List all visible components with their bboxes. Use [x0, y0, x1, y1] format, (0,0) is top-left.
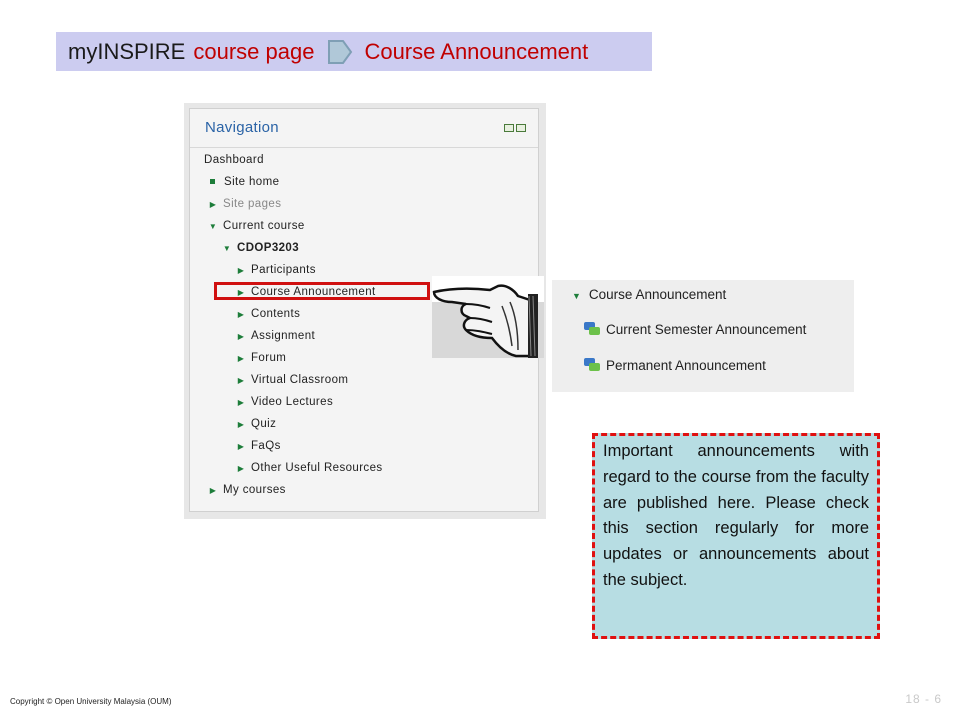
triangle-right-icon: ▶ [237, 376, 245, 385]
triangle-down-icon: ▼ [572, 291, 581, 301]
nav-item-quiz[interactable]: ▶ Quiz [236, 417, 276, 432]
nav-item-participants[interactable]: ▶ Participants [236, 263, 316, 278]
nav-item-other-useful-resources[interactable]: ▶ Other Useful Resources [236, 461, 383, 476]
page-number: 18 - 6 [905, 692, 942, 706]
triangle-right-icon: ▶ [237, 442, 245, 451]
highlight-box [214, 282, 430, 300]
navigation-title: Navigation [205, 119, 279, 136]
nav-item-dashboard[interactable]: Dashboard [204, 153, 264, 167]
copyright-footer: Copyright © Open University Malaysia (OU… [10, 697, 172, 706]
nav-item-forum[interactable]: ▶ Forum [236, 351, 286, 366]
triangle-right-icon: ▶ [237, 332, 245, 341]
nav-item-current-course[interactable]: ▼ Current course [208, 219, 305, 234]
info-callout: Important announcements with regard to t… [592, 433, 880, 639]
minimize-icon[interactable] [504, 124, 514, 132]
triangle-right-icon: ▶ [237, 354, 245, 363]
pointing-hand-icon [432, 276, 544, 358]
chevron-right-icon [328, 39, 353, 64]
nav-item-site-pages[interactable]: ▶ Site pages [208, 197, 281, 212]
banner-title-part3: Course Announcement [364, 38, 589, 64]
triangle-right-icon: ▶ [209, 486, 217, 495]
nav-item-contents[interactable]: ▶ Contents [236, 307, 300, 322]
nav-item-video-lectures[interactable]: ▶ Video Lectures [236, 395, 333, 410]
nav-item-course-code[interactable]: ▼ CDOP3203 [222, 241, 299, 256]
callout-text: Important announcements with regard to t… [603, 442, 869, 589]
title-banner: myINSPIRE course page Course Announcemen… [56, 32, 652, 71]
forum-icon [584, 358, 600, 371]
nav-item-my-courses[interactable]: ▶ My courses [208, 483, 286, 498]
nav-item-assignment[interactable]: ▶ Assignment [236, 329, 315, 344]
permanent-announcement-link[interactable]: Permanent Announcement [584, 358, 766, 373]
triangle-right-icon: ▶ [237, 398, 245, 407]
triangle-right-icon: ▶ [237, 266, 245, 275]
triangle-right-icon: ▶ [237, 310, 245, 319]
triangle-right-icon: ▶ [237, 464, 245, 473]
triangle-right-icon: ▶ [209, 200, 217, 209]
nav-item-site-home[interactable]: Site home [208, 175, 279, 189]
triangle-down-icon: ▼ [208, 222, 218, 231]
navigation-header: Navigation [190, 109, 538, 148]
triangle-right-icon: ▶ [237, 420, 245, 429]
bullet-icon [210, 179, 215, 185]
nav-item-virtual-classroom[interactable]: ▶ Virtual Classroom [236, 373, 348, 388]
banner-title-part2: course page [193, 38, 315, 64]
triangle-down-icon: ▼ [222, 244, 232, 253]
banner-title-part1: myINSPIRE [68, 38, 186, 64]
dock-icon[interactable] [516, 124, 526, 132]
course-announcement-heading[interactable]: ▼ Course Announcement [572, 287, 726, 302]
current-semester-announcement-link[interactable]: Current Semester Announcement [584, 322, 806, 337]
nav-item-faqs[interactable]: ▶ FaQs [236, 439, 281, 454]
forum-icon [584, 322, 600, 335]
course-announcement-panel: ▼ Course Announcement Current Semester An… [552, 280, 854, 392]
